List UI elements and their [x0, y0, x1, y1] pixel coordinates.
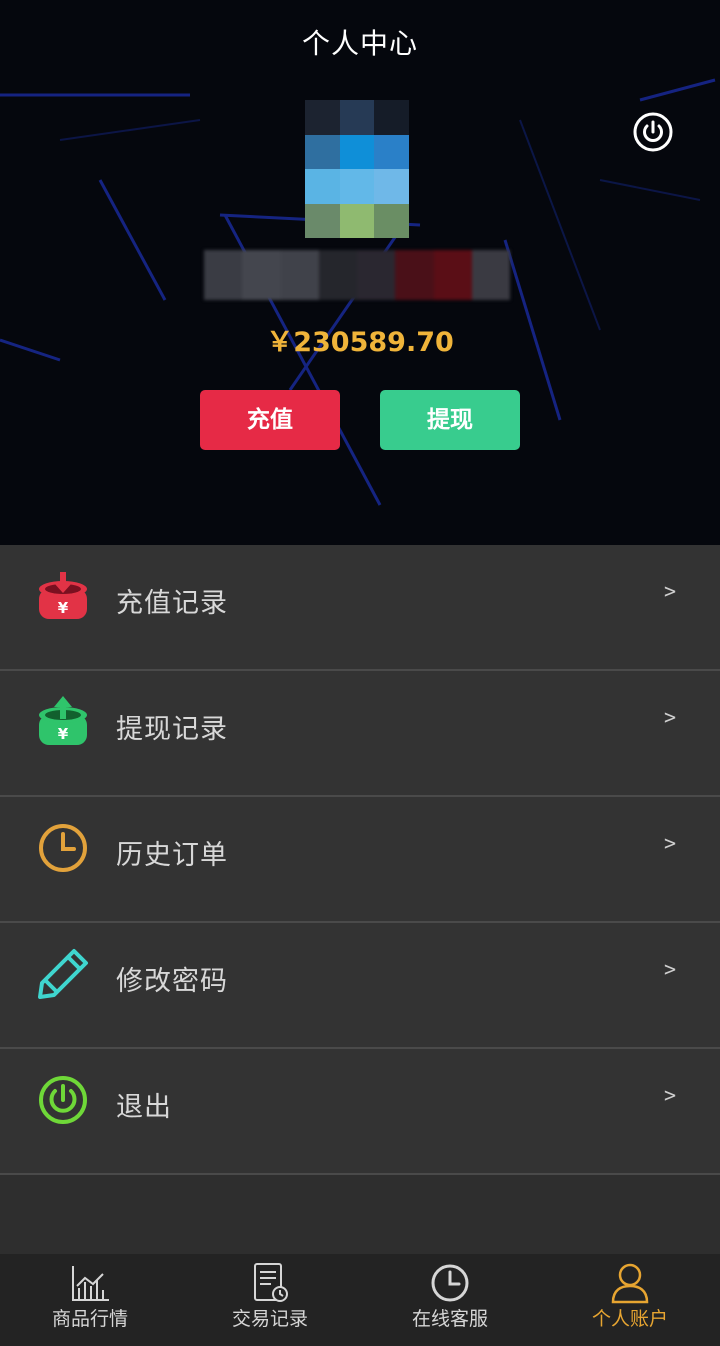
username-blurred: [204, 250, 510, 300]
page-title: 个人中心: [301, 27, 418, 60]
chevron-right-icon: >: [664, 1083, 677, 1107]
chevron-right-icon: >: [664, 831, 677, 855]
clock-icon: [39, 824, 87, 872]
document-icon: [254, 1263, 288, 1302]
tab-trade-record[interactable]: 交易记录: [180, 1254, 360, 1346]
tab-personal-account[interactable]: 个人账户: [540, 1254, 720, 1346]
chart-icon: [72, 1266, 109, 1301]
svg-text:¥: ¥: [58, 725, 69, 743]
avatar: [305, 100, 409, 238]
chevron-right-icon: >: [664, 579, 677, 603]
menu-item-recharge-record[interactable]: ¥ 充值记录 >: [0, 545, 720, 671]
tab-label: 交易记录: [231, 1308, 308, 1330]
person-icon: [611, 1263, 649, 1304]
withdraw-button[interactable]: 提现: [380, 390, 520, 450]
tab-label: 商品行情: [51, 1308, 128, 1330]
menu-item-history-orders[interactable]: 历史订单 >: [0, 797, 720, 923]
account-menu: ¥ 充值记录 > ¥ 提现记录 > 历史订单 > 修改密码 > 退出 >: [0, 545, 720, 1175]
menu-label: 退出: [116, 1092, 172, 1123]
menu-label: 历史订单: [116, 840, 228, 871]
menu-label: 修改密码: [116, 966, 228, 997]
pencil-icon: [38, 949, 88, 999]
menu-item-withdraw-record[interactable]: ¥ 提现记录 >: [0, 671, 720, 797]
menu-label: 提现记录: [116, 714, 228, 745]
chevron-right-icon: >: [664, 705, 677, 729]
tab-customer-service[interactable]: 在线客服: [360, 1254, 540, 1346]
balance-amount: ￥230589.70: [266, 327, 454, 358]
recharge-record-icon: ¥: [39, 572, 87, 619]
tab-market[interactable]: 商品行情: [0, 1254, 180, 1346]
logout-power-icon[interactable]: [632, 111, 674, 153]
svg-text:¥: ¥: [58, 599, 69, 617]
menu-item-change-password[interactable]: 修改密码 >: [0, 923, 720, 1049]
clock-icon: [431, 1264, 469, 1302]
menu-item-logout[interactable]: 退出 >: [0, 1049, 720, 1175]
tab-label: 个人账户: [591, 1308, 668, 1330]
bottom-tab-bar: 商品行情 交易记录 在线客服 个人账户: [0, 1254, 720, 1346]
menu-label: 充值记录: [116, 588, 228, 619]
profile-header: 个人中心 ￥230589.70 充值 提现: [0, 0, 720, 545]
chevron-right-icon: >: [664, 957, 677, 981]
withdraw-record-icon: ¥: [39, 696, 87, 745]
tab-label: 在线客服: [411, 1308, 488, 1330]
power-icon: [39, 1076, 87, 1124]
recharge-button[interactable]: 充值: [200, 390, 340, 450]
